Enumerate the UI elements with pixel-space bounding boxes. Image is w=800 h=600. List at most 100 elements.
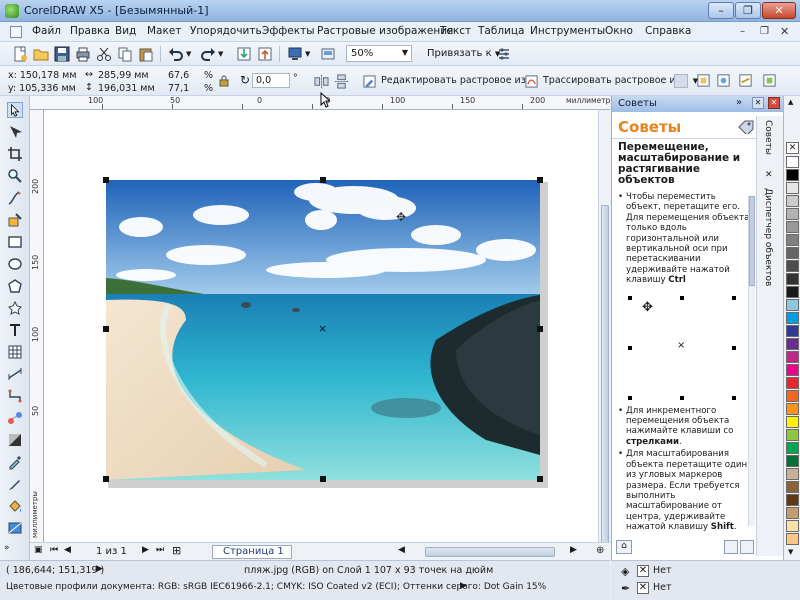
rectangle-tool-icon[interactable]	[7, 234, 23, 250]
save-icon[interactable]	[54, 46, 70, 62]
color-swatch[interactable]	[786, 481, 799, 493]
export-icon[interactable]	[257, 46, 273, 62]
color-swatch[interactable]	[786, 169, 799, 181]
color-swatch[interactable]	[786, 507, 799, 519]
link-bitmap-icon[interactable]	[738, 73, 753, 88]
palette-scroll-down-icon[interactable]: ▼	[788, 548, 793, 556]
color-swatch[interactable]	[786, 312, 799, 324]
color-swatch[interactable]	[786, 338, 799, 350]
horizontal-scroll-thumb[interactable]	[425, 547, 555, 557]
cut-icon[interactable]	[96, 46, 112, 62]
resize-handle-top-left[interactable]	[103, 177, 109, 183]
object-height-field[interactable]: 196,031 мм	[98, 83, 155, 94]
menu-layout[interactable]: Макет	[147, 25, 181, 37]
menu-help[interactable]: Справка	[645, 25, 691, 37]
color-swatch[interactable]	[786, 273, 799, 285]
fill-none-swatch[interactable]: ✕	[637, 565, 649, 577]
color-swatch[interactable]	[786, 533, 799, 545]
document-menu-icon[interactable]	[10, 26, 22, 38]
menu-effects[interactable]: Эффекты	[262, 25, 315, 37]
close-window-button[interactable]: ✕	[762, 2, 796, 19]
crop-bitmap-icon[interactable]	[696, 73, 711, 88]
color-swatch[interactable]	[786, 234, 799, 246]
outline-pen-icon[interactable]: ✒	[621, 582, 630, 595]
smart-fill-tool-icon[interactable]	[7, 212, 23, 228]
open-folder-icon[interactable]	[33, 46, 49, 62]
fill-bucket-icon[interactable]: ◈	[621, 565, 629, 578]
color-swatch[interactable]	[786, 494, 799, 506]
menu-tools[interactable]: Инструменты	[530, 25, 605, 37]
resize-handle-right[interactable]	[537, 326, 543, 332]
scroll-left-icon[interactable]: ◀	[398, 545, 405, 555]
tab-hints[interactable]: Советы	[763, 120, 773, 155]
text-tool-icon[interactable]	[7, 322, 23, 338]
vertical-scrollbar[interactable]	[598, 110, 610, 560]
navigator-icon[interactable]: ⊕	[596, 545, 604, 556]
interactive-fill-tool-icon[interactable]	[7, 520, 23, 536]
zoom-tool-icon[interactable]	[7, 168, 23, 184]
menu-window[interactable]: Окно	[605, 25, 633, 37]
fill-tool-icon[interactable]	[7, 498, 23, 514]
mirror-vertical-icon[interactable]	[334, 74, 349, 89]
freehand-tool-icon[interactable]	[7, 190, 23, 206]
crop-tool-icon[interactable]	[7, 146, 23, 162]
menu-text[interactable]: Текст	[440, 25, 471, 37]
back-icon[interactable]	[724, 540, 738, 554]
print-icon[interactable]	[75, 46, 91, 62]
resize-handle-top[interactable]	[320, 177, 326, 183]
polygon-tool-icon[interactable]	[7, 278, 23, 294]
x-position-field[interactable]: x: 150,178 мм	[8, 70, 76, 81]
import-icon[interactable]	[236, 46, 252, 62]
scroll-right-icon[interactable]: ▶	[570, 545, 577, 555]
toolbox-expand-icon[interactable]: »	[4, 543, 26, 557]
home-icon[interactable]: ⌂	[616, 540, 632, 554]
color-swatch[interactable]	[786, 442, 799, 454]
mdi-restore-icon[interactable]: ❐	[760, 26, 769, 37]
status-expand-icon[interactable]: ▶	[96, 564, 103, 574]
lock-ratio-icon[interactable]	[219, 75, 229, 87]
application-launcher-icon[interactable]	[287, 46, 303, 62]
page-tab-1[interactable]: Страница 1	[212, 545, 292, 559]
color-swatch[interactable]	[786, 429, 799, 441]
paste-icon[interactable]	[138, 46, 154, 62]
color-swatch[interactable]	[786, 182, 799, 194]
color-swatch[interactable]	[786, 260, 799, 272]
minimize-button[interactable]: –	[708, 2, 734, 19]
color-swatch[interactable]	[786, 377, 799, 389]
scale-height-field[interactable]: 77,1	[168, 83, 189, 94]
color-swatch[interactable]	[786, 416, 799, 428]
tab-object-manager[interactable]: Диспетчер объектов	[763, 188, 773, 286]
resize-handle-left[interactable]	[103, 326, 109, 332]
color-swatch[interactable]	[786, 156, 799, 168]
page-navigation-options-icon[interactable]: ▣	[34, 545, 43, 555]
eyedropper-tool-icon[interactable]	[7, 454, 23, 470]
menu-file[interactable]: Файл	[32, 25, 61, 37]
tab-close-icon[interactable]: ✕	[765, 170, 773, 180]
color-swatch[interactable]	[786, 351, 799, 363]
object-width-field[interactable]: 285,99 мм	[98, 70, 149, 81]
resample-icon[interactable]	[674, 74, 688, 88]
hints-scroll-thumb[interactable]	[749, 196, 755, 286]
menu-view[interactable]: Вид	[115, 25, 136, 37]
resize-handle-bottom-left[interactable]	[103, 476, 109, 482]
transparency-tool-icon[interactable]	[7, 432, 23, 448]
outline-pen-tool-icon[interactable]	[7, 476, 23, 492]
basic-shapes-tool-icon[interactable]	[7, 300, 23, 316]
hints-scrollbar[interactable]	[748, 196, 755, 526]
redo-icon[interactable]	[200, 46, 216, 62]
y-position-field[interactable]: y: 105,336 мм	[8, 83, 76, 94]
resize-handle-top-right[interactable]	[537, 177, 543, 183]
welcome-screen-icon[interactable]	[320, 46, 336, 62]
resize-handle-bottom-right[interactable]	[537, 476, 543, 482]
bitmap-color-mask-icon[interactable]	[716, 73, 731, 88]
menu-table[interactable]: Таблица	[478, 25, 524, 37]
undo-icon[interactable]	[168, 46, 184, 62]
docker-close-icon[interactable]: ✕	[752, 97, 764, 109]
snap-to-menu[interactable]: Привязать к ▼	[427, 48, 500, 59]
color-swatch[interactable]	[786, 364, 799, 376]
mdi-close-icon[interactable]: ✕	[780, 25, 789, 38]
restore-button[interactable]: ❐	[735, 2, 761, 19]
hints-tag-icon[interactable]	[738, 120, 754, 134]
menu-arrange[interactable]: Упорядочить	[190, 25, 262, 37]
color-swatch[interactable]	[786, 468, 799, 480]
